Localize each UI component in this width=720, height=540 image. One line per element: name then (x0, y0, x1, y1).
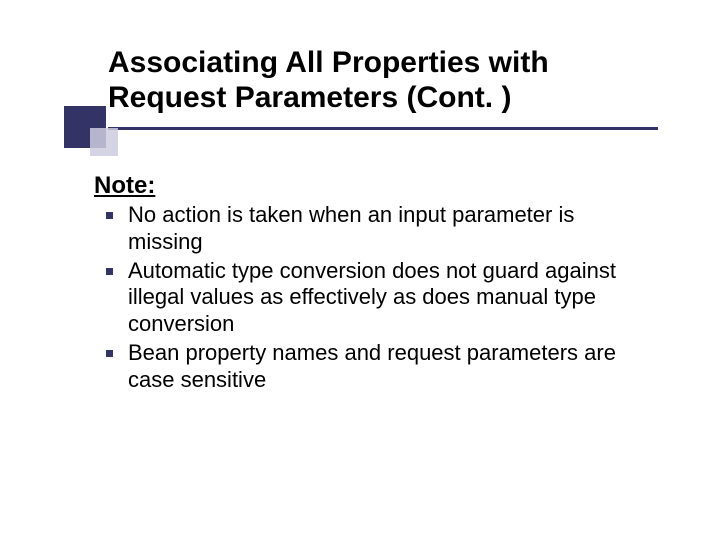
bullet-text: No action is taken when an input paramet… (128, 202, 574, 254)
bullet-text: Automatic type conversion does not guard… (128, 258, 616, 337)
slide: Associating All Properties with Request … (0, 0, 720, 540)
note-label: Note: (94, 172, 654, 200)
bullet-list: No action is taken when an input paramet… (94, 202, 654, 394)
bullet-text: Bean property names and request paramete… (128, 340, 616, 392)
list-item: Automatic type conversion does not guard… (94, 258, 654, 338)
title-underline (108, 127, 658, 130)
title-block: Associating All Properties with Request … (108, 46, 668, 115)
accent-square-light (90, 128, 118, 156)
list-item: Bean property names and request paramete… (94, 340, 654, 394)
body-block: Note: No action is taken when an input p… (94, 172, 654, 396)
list-item: No action is taken when an input paramet… (94, 202, 654, 256)
slide-title: Associating All Properties with Request … (108, 46, 668, 115)
